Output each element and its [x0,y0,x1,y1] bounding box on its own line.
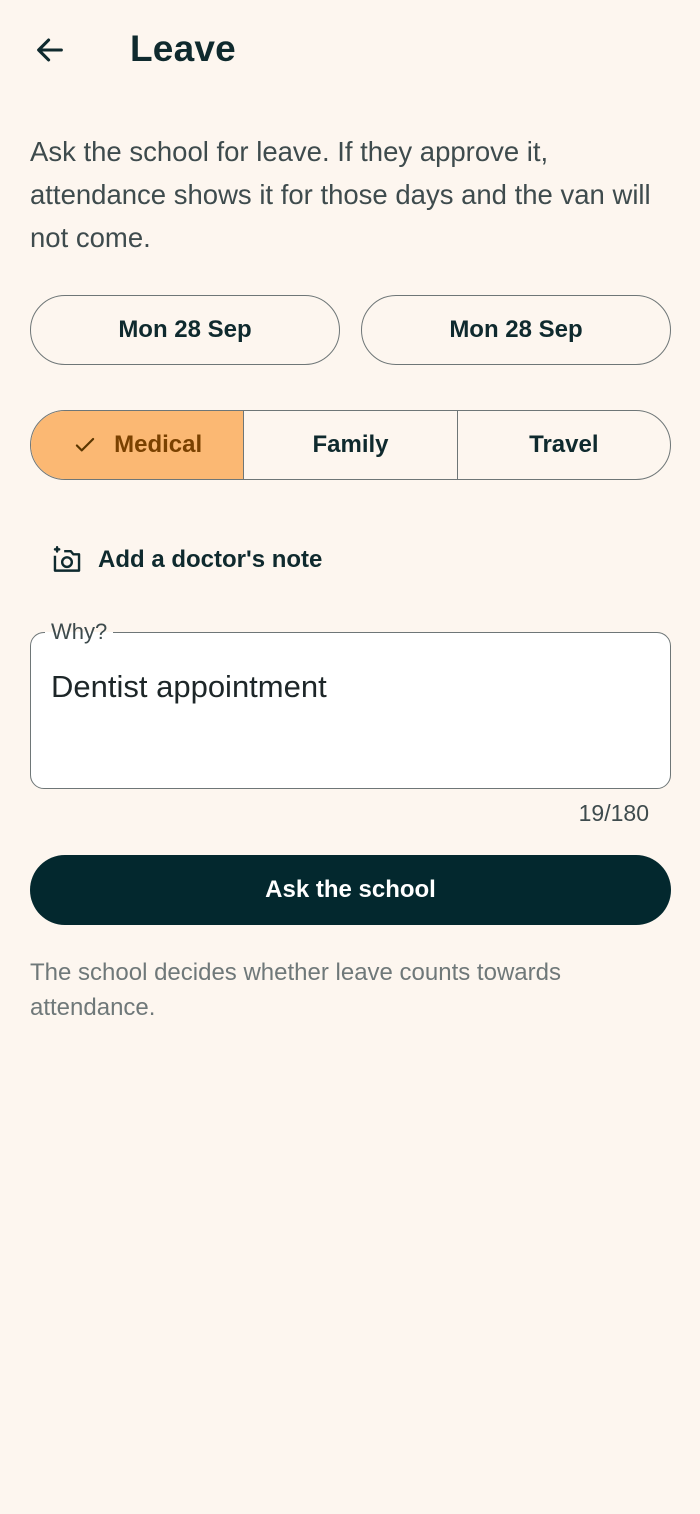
check-icon [72,432,98,458]
character-counter: 19/180 [578,800,649,826]
reason-option-family[interactable]: Family [243,411,456,479]
reason-option-travel[interactable]: Travel [456,411,670,479]
reason-segmented-control: Medical Family Travel [30,410,671,480]
start-date-button[interactable]: Mon 28 Sep [30,295,340,365]
end-date-button[interactable]: Mon 28 Sep [361,295,671,365]
page-title: Leave [130,28,236,69]
arrow-left-icon [37,38,63,62]
ask-the-school-button[interactable]: Ask the school [30,855,671,925]
intro-text: Ask the school for leave. If they approv… [30,136,651,253]
reason-option-label: Family [312,431,389,458]
reason-option-medical[interactable]: Medical [31,411,244,479]
back-button[interactable] [22,22,78,78]
add-doctors-note-label: Add a doctor's note [98,546,323,573]
top-app-bar: Leave [0,0,700,100]
reason-option-label: Travel [529,431,599,458]
footnote-text: The school decides whether leave counts … [30,959,561,1021]
reason-option-label: Medical [114,431,203,458]
why-text-field[interactable]: Why? Dentist appointment [30,619,671,789]
why-field-value[interactable]: Dentist appointment [51,669,327,705]
add-photo-icon [53,546,81,572]
why-field-label: Why? [45,619,114,645]
add-doctors-note-button[interactable]: Add a doctor's note [40,530,332,590]
